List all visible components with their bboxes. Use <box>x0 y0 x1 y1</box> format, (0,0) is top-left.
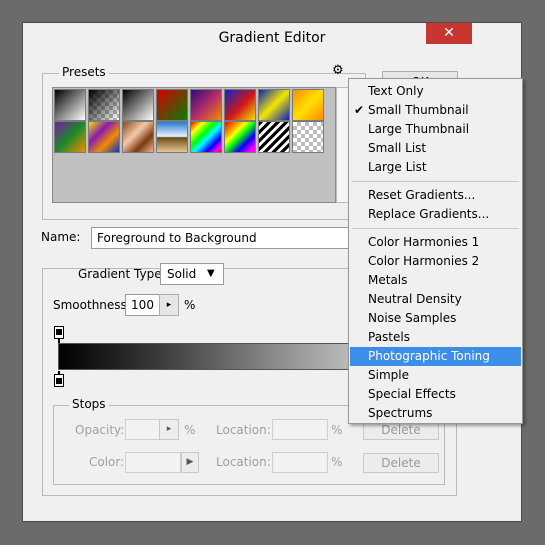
menu-item-label: Reset Gradients... <box>368 188 476 202</box>
swatch-black-white[interactable] <box>122 89 154 121</box>
opacity-location-input[interactable] <box>272 419 328 440</box>
menu-item-label: Large List <box>368 160 427 174</box>
gradient-type-label: Gradient Type: <box>78 267 166 281</box>
swatch-transparent[interactable] <box>292 121 324 153</box>
swatch-blue-red-yellow[interactable] <box>224 89 256 121</box>
menu-item-small-list[interactable]: Small List <box>350 139 521 158</box>
menu-item-label: Noise Samples <box>368 311 457 325</box>
menu-item-pastels[interactable]: Pastels <box>350 328 521 347</box>
opacity-input[interactable] <box>125 419 160 440</box>
menu-item-color-harmonies-1[interactable]: Color Harmonies 1 <box>350 233 521 252</box>
swatch-foreground-to-transparent[interactable] <box>88 89 120 121</box>
swatch-transparent-rainbow[interactable] <box>224 121 256 153</box>
presets-swatch-area <box>52 87 336 203</box>
color-stop[interactable] <box>54 374 64 387</box>
swatch-violet-orange[interactable] <box>190 89 222 121</box>
smoothness-label: Smoothness: <box>53 298 131 312</box>
stops-label: Stops <box>69 397 109 411</box>
opacity-unit: % <box>184 423 196 437</box>
presets-label: Presets <box>59 65 109 79</box>
presets-menu: Text Only ✔ Small Thumbnail Large Thumbnail… <box>348 78 523 424</box>
menu-item-large-thumbnail[interactable]: Large Thumbnail <box>350 120 521 139</box>
menu-item-label: Text Only <box>368 84 424 98</box>
gear-icon[interactable]: ⚙ <box>332 64 346 78</box>
menu-item-label: Pastels <box>368 330 410 344</box>
menu-item-large-list[interactable]: Large List <box>350 158 521 177</box>
smoothness-input[interactable]: 100 <box>125 294 160 316</box>
opacity-location-unit: % <box>331 423 343 437</box>
menu-item-simple[interactable]: Simple <box>350 366 521 385</box>
menu-item-label: Special Effects <box>368 387 456 401</box>
opacity-location-label: Location: <box>216 423 271 437</box>
menu-item-label: Replace Gradients... <box>368 207 490 221</box>
swatch-chrome[interactable] <box>156 121 188 153</box>
color-location-label: Location: <box>216 455 271 469</box>
color-picker-button[interactable]: ▶ <box>181 452 199 473</box>
opacity-label: Opacity: <box>75 423 125 437</box>
menu-item-color-harmonies-2[interactable]: Color Harmonies 2 <box>350 252 521 271</box>
swatch-blue-yellow-blue[interactable] <box>258 89 290 121</box>
menu-separator <box>352 228 519 229</box>
swatch-red-green[interactable] <box>156 89 188 121</box>
swatch-spectrum[interactable] <box>190 121 222 153</box>
swatch-orange-yellow-orange[interactable] <box>292 89 324 121</box>
menu-item-label: Small List <box>368 141 427 155</box>
color-stop-fill <box>56 378 62 384</box>
menu-item-label: Small Thumbnail <box>368 103 469 117</box>
menu-item-label: Neutral Density <box>368 292 462 306</box>
color-location-unit: % <box>331 455 343 469</box>
menu-item-small-thumbnail[interactable]: ✔ Small Thumbnail <box>350 101 521 120</box>
chevron-down-icon: ▼ <box>207 268 215 279</box>
swatch-transparent-stripes[interactable] <box>258 121 290 153</box>
menu-item-label: Large Thumbnail <box>368 122 470 136</box>
name-input[interactable]: Foreground to Background <box>91 227 356 249</box>
gradient-type-select[interactable]: Solid ▼ <box>160 263 224 285</box>
menu-item-label: Spectrums <box>368 406 433 420</box>
gradient-type-value: Solid <box>167 267 197 281</box>
swatch-yellow-violet-orange-blue[interactable] <box>88 121 120 153</box>
menu-item-text-only[interactable]: Text Only <box>350 82 521 101</box>
menu-item-special-effects[interactable]: Special Effects <box>350 385 521 404</box>
menu-item-label: Color Harmonies 2 <box>368 254 480 268</box>
swatch-violet-green-orange[interactable] <box>54 121 86 153</box>
menu-item-label: Simple <box>368 368 409 382</box>
color-delete-button[interactable]: Delete <box>363 453 439 473</box>
menu-item-metals[interactable]: Metals <box>350 271 521 290</box>
color-location-input[interactable] <box>272 452 328 473</box>
opacity-stop-fill <box>56 329 62 335</box>
color-label: Color: <box>89 455 125 469</box>
menu-item-label: Color Harmonies 1 <box>368 235 480 249</box>
smoothness-stepper[interactable]: ▸ <box>159 294 179 316</box>
smoothness-unit: % <box>184 298 196 312</box>
menu-item-replace-gradients[interactable]: Replace Gradients... <box>350 205 521 224</box>
menu-item-noise-samples[interactable]: Noise Samples <box>350 309 521 328</box>
menu-separator <box>352 181 519 182</box>
opacity-stepper[interactable]: ▸ <box>159 419 179 440</box>
checkmark-icon: ✔ <box>354 103 365 117</box>
opacity-stop[interactable] <box>54 326 64 339</box>
close-button[interactable]: ✕ <box>426 23 472 44</box>
color-swatch[interactable] <box>125 452 181 473</box>
menu-item-label: Photographic Toning <box>368 349 490 363</box>
menu-item-reset-gradients[interactable]: Reset Gradients... <box>350 186 521 205</box>
swatch-foreground-to-background[interactable] <box>54 89 86 121</box>
menu-item-label: Metals <box>368 273 408 287</box>
menu-item-photographic-toning[interactable]: Photographic Toning <box>350 347 521 366</box>
menu-item-spectrums[interactable]: Spectrums <box>350 404 521 423</box>
title-bar: Gradient Editor ✕ <box>23 23 521 54</box>
menu-top <box>353 78 359 79</box>
swatch-copper[interactable] <box>122 121 154 153</box>
name-label: Name: <box>41 230 81 244</box>
menu-item-neutral-density[interactable]: Neutral Density <box>350 290 521 309</box>
